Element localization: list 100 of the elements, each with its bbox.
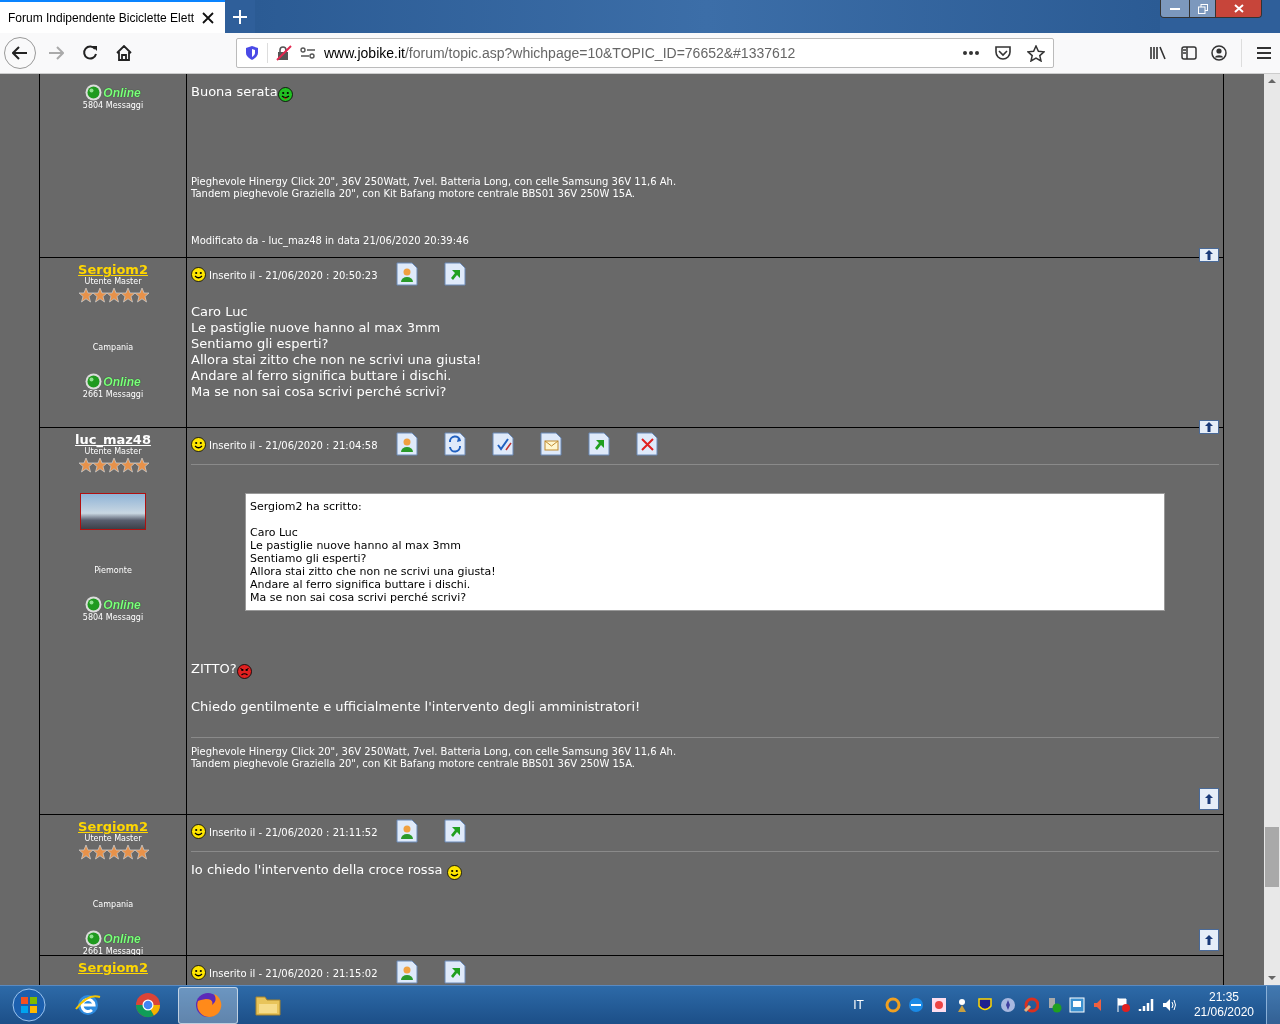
- back-to-top-button[interactable]: [1199, 788, 1219, 810]
- sidebar-icon[interactable]: [1181, 46, 1197, 60]
- broken-lock-icon[interactable]: [276, 45, 292, 61]
- arrow-document-icon[interactable]: [587, 432, 610, 456]
- cross-document-icon[interactable]: [635, 432, 658, 456]
- smiley-icon: [191, 964, 206, 980]
- star-icon: [92, 844, 108, 860]
- scrollbar[interactable]: [1264, 74, 1280, 985]
- star-icon: [78, 287, 94, 303]
- taskbar-app-button[interactable]: [178, 986, 238, 1024]
- signal-bars-icon[interactable]: [1137, 997, 1154, 1013]
- window-tray-icon[interactable]: [1068, 997, 1085, 1013]
- shield-icon[interactable]: [245, 45, 259, 61]
- permissions-icon[interactable]: [300, 46, 316, 60]
- back-to-top-button[interactable]: [1199, 420, 1219, 434]
- star-icon: [92, 287, 108, 303]
- back-to-top-button[interactable]: [1199, 929, 1219, 951]
- person-document-icon[interactable]: [395, 432, 418, 456]
- tab-title: Forum Indipendente Biciclette Elett: [8, 9, 194, 27]
- star-icon: [106, 287, 122, 303]
- up-arrow-icon: [1204, 934, 1214, 946]
- person-document-icon[interactable]: [395, 960, 418, 984]
- address-bar[interactable]: www.jobike.it/forum/topic.asp?whichpage=10&TOPIC_ID=76652&#1337612: [236, 38, 1054, 68]
- pencil-document-icon[interactable]: [491, 432, 514, 456]
- author-region: Campania: [92, 900, 134, 910]
- volume-icon[interactable]: [1160, 997, 1177, 1013]
- arrow-document-icon[interactable]: [443, 960, 466, 984]
- url-text: www.jobike.it/forum/topic.asp?whichpage=10&TOPIC_ID=76652&#1337612: [324, 43, 797, 63]
- star-icon: [134, 457, 150, 473]
- new-tab-icon[interactable]: [233, 9, 247, 24]
- post-count: 2661 Messaggi: [82, 390, 144, 400]
- arrow-document-icon[interactable]: [443, 262, 466, 286]
- pocket-icon[interactable]: [995, 46, 1011, 60]
- post-text: Io chiedo l'intervento della croce rossa: [191, 862, 1219, 880]
- star-icon: [120, 844, 136, 860]
- signature: Pieghevole Hinergy Click 20", 36V 250Watt, 7vel. Batteria Long, con celle Samsung 36V 11,6 Ah. Tandem pieghevole Graziella 20", con Kit Bafang motore centrale BBS01 36V 250W 15A.: [191, 176, 678, 200]
- shield-tray-icon[interactable]: [976, 997, 993, 1013]
- arrows-document-icon[interactable]: [443, 432, 466, 456]
- status-ball-icon: [85, 373, 103, 390]
- start-button[interactable]: [12, 988, 46, 1022]
- author-name-link[interactable]: Sergiom2: [78, 819, 148, 834]
- edited-note: Modificato da - luc_maz48 in data 21/06/2020 20:39:46: [191, 234, 470, 248]
- close-icon[interactable]: [202, 11, 214, 24]
- post-count: 5804 Messaggi: [82, 101, 144, 111]
- restore-button[interactable]: [1189, 0, 1215, 17]
- envelope-document-icon[interactable]: [539, 432, 562, 456]
- post-count: 2661 Messaggi: [82, 947, 144, 955]
- fox-globe-icon: [194, 991, 222, 1019]
- star-icon: [120, 287, 136, 303]
- author-name-link[interactable]: Sergiom2: [78, 262, 148, 277]
- up-arrow-icon: [1204, 421, 1214, 433]
- browser-tab[interactable]: Forum Indipendente Biciclette Elett: [0, 0, 225, 33]
- close-window-button[interactable]: [1215, 0, 1261, 17]
- up-arrow-icon: [1204, 793, 1214, 805]
- back-to-top-button[interactable]: [1199, 248, 1219, 262]
- post-text: Caro Luc Le pastiglie nuove hanno al max 3mm Sentiamo gli esperti? Allora stai zitto che non ne scrivi una giusta! Andare al ferro significa buttare i dischi. Ma se non sai cosa scrivi perché scrivi?: [191, 304, 483, 400]
- flag-error-icon[interactable]: [1114, 997, 1131, 1013]
- back-arrow-icon: [12, 46, 28, 60]
- online-status: Online: [103, 374, 141, 389]
- account-icon[interactable]: [1211, 45, 1227, 61]
- scrollbar-thumb[interactable]: [1265, 827, 1279, 887]
- language-indicator[interactable]: IT: [853, 996, 864, 1014]
- author-name-link[interactable]: luc_maz48: [75, 432, 151, 447]
- author-rank: Utente Master: [84, 447, 142, 457]
- star-icon: [120, 457, 136, 473]
- signature: Pieghevole Hinergy Click 20", 36V 250Watt, 7vel. Batteria Long, con celle Samsung 36V 11,6 Ah. Tandem pieghevole Graziella 20", con Kit Bafang motore centrale BBS01 36V 250W 15A.: [191, 746, 678, 770]
- author-rank: Utente Master: [84, 277, 142, 287]
- star-icon: [106, 457, 122, 473]
- arrow-document-icon[interactable]: [443, 819, 466, 843]
- close-icon: [1233, 4, 1244, 13]
- status-ball-icon: [85, 596, 103, 613]
- clock[interactable]: 21:35 21/06/2020: [1193, 990, 1254, 1020]
- post-date: Inserito il - 21/06/2020 : 21:15:02: [209, 967, 378, 981]
- post-text: Buona serata: [191, 84, 1219, 102]
- up-arrow-icon: [1204, 249, 1214, 261]
- show-desktop-button[interactable]: [1266, 986, 1280, 1024]
- reload-icon[interactable]: [82, 45, 98, 61]
- online-status: Online: [103, 85, 141, 100]
- menu-icon[interactable]: [1256, 46, 1272, 60]
- online-status: Online: [103, 597, 141, 612]
- star-icon: [92, 457, 108, 473]
- more-icon[interactable]: [963, 51, 979, 55]
- person-document-icon[interactable]: [395, 819, 418, 843]
- compass-icon[interactable]: [999, 997, 1016, 1013]
- bookmark-star-icon[interactable]: [1027, 44, 1045, 62]
- author-region: Campania: [92, 343, 134, 353]
- library-icon[interactable]: [1149, 46, 1167, 60]
- star-icon: [106, 844, 122, 860]
- author-name-link[interactable]: Sergiom2: [78, 960, 148, 975]
- restore-icon: [1197, 3, 1208, 14]
- star-icon: [134, 287, 150, 303]
- smiley-icon: [191, 823, 206, 839]
- person-document-icon[interactable]: [395, 262, 418, 286]
- post-count: 5804 Messaggi: [82, 613, 144, 623]
- home-icon[interactable]: [116, 45, 132, 61]
- smiley-icon: [191, 266, 206, 282]
- star-icon: [78, 844, 94, 860]
- ring-icon[interactable]: [884, 997, 901, 1013]
- post-date: Inserito il - 21/06/2020 : 21:04:58: [209, 439, 378, 453]
- post-text: ZITTO?: [191, 661, 1219, 679]
